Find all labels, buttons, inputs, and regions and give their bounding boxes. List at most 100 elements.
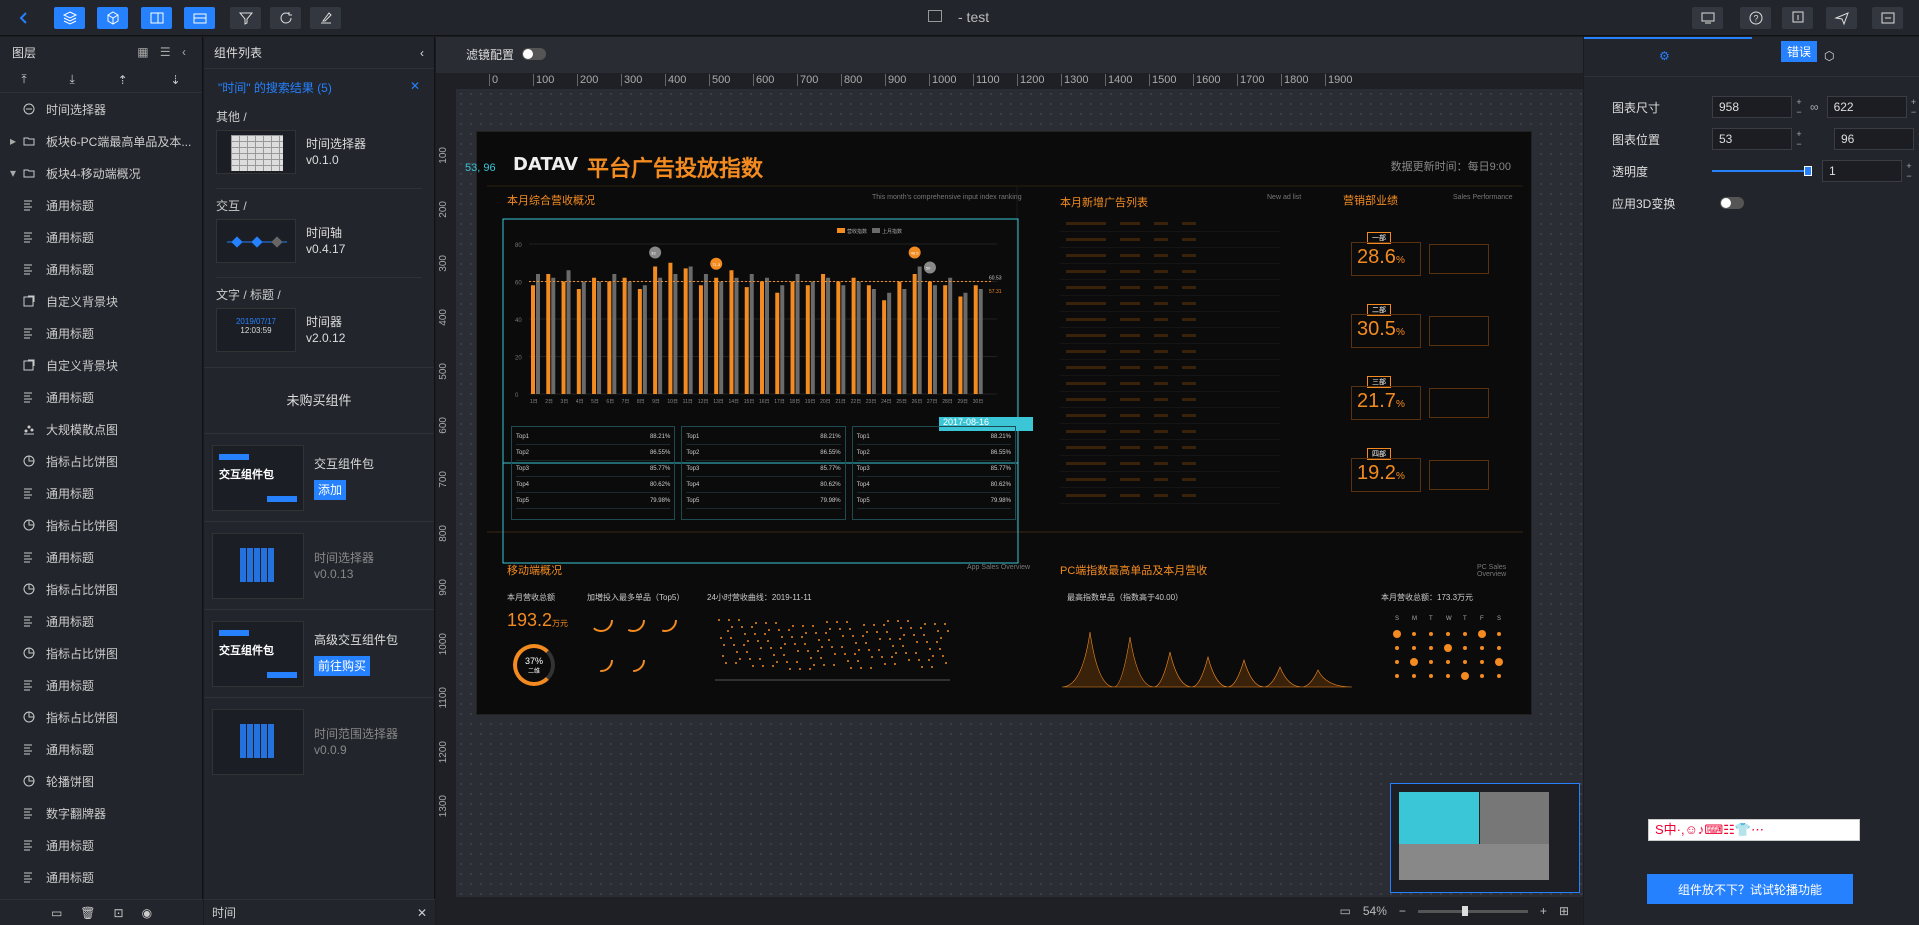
x-tick-label: 28日 xyxy=(942,399,953,405)
layer-item[interactable]: 时间选择器 xyxy=(0,93,202,125)
layer-item[interactable]: 指标占比饼图 xyxy=(0,573,202,605)
scatter-point xyxy=(751,626,753,628)
collapse-icon[interactable]: ‹ xyxy=(420,46,424,60)
calendar-dot xyxy=(1480,674,1484,678)
layer-item[interactable]: 通用标题 xyxy=(0,669,202,701)
minimap[interactable] xyxy=(1390,783,1580,893)
dashboard-screen[interactable]: DATAV 平台广告投放指数 数据更新时间：每日9:00 本月综合营收概况 Th… xyxy=(465,131,1532,715)
folder-icon[interactable]: ▭ xyxy=(51,906,62,920)
component-pack[interactable]: 交互组件包 高级交互组件包 前往购买 xyxy=(204,609,434,697)
help-button[interactable]: ? xyxy=(1740,7,1771,29)
zoom-in-icon[interactable]: + xyxy=(1540,904,1547,918)
error-badge[interactable]: 错误 xyxy=(1781,41,1818,62)
component-item[interactable]: 时间选择器 v0.1.0 xyxy=(204,129,434,175)
component-pack[interactable]: 交互组件包 交互组件包 添加 xyxy=(204,433,434,521)
opacity-input[interactable]: 1 + − xyxy=(1822,160,1912,182)
preview-button[interactable] xyxy=(1692,7,1723,29)
ad-list-row xyxy=(1060,440,1280,456)
pack-action-button[interactable]: 前往购买 xyxy=(314,655,371,676)
x-input[interactable]: 53 + − xyxy=(1712,128,1802,150)
pack-action-button[interactable]: 添加 xyxy=(314,479,347,500)
interaction-tab-icon[interactable]: ⬡ xyxy=(1824,49,1834,63)
scatter-point xyxy=(809,668,811,670)
bar xyxy=(581,281,586,394)
panel-toggle-button[interactable] xyxy=(141,7,172,29)
expand-icon[interactable]: ▸ xyxy=(10,134,22,148)
filter-toggle[interactable] xyxy=(522,48,547,60)
height-stepper[interactable]: + − xyxy=(1908,97,1919,119)
share-button[interactable] xyxy=(1826,7,1857,29)
layer-item[interactable]: 通用标题 xyxy=(0,221,202,253)
refresh-icon[interactable] xyxy=(270,7,301,29)
move-down-icon[interactable]: ⇣ xyxy=(171,73,181,87)
opacity-slider[interactable] xyxy=(1712,166,1812,176)
zoom-slider[interactable] xyxy=(1417,905,1528,916)
settings-tab-icon[interactable]: ⚙ xyxy=(1659,49,1670,63)
y-input[interactable]: 96 +− xyxy=(1834,128,1919,150)
layer-item[interactable]: ▾ 板块4-移动端概况 xyxy=(0,157,202,189)
layer-item[interactable]: 通用标题 xyxy=(0,317,202,349)
eye-icon[interactable]: ◉ xyxy=(142,906,152,920)
fit-screen-icon[interactable]: ▭ xyxy=(1340,904,1351,918)
move-bottom-icon[interactable]: ⤓ xyxy=(70,72,75,87)
components-toggle-button[interactable] xyxy=(97,7,128,29)
layer-item[interactable]: 自定义背景块 xyxy=(0,349,202,381)
x-stepper[interactable]: + − xyxy=(1793,129,1805,151)
component-pack[interactable]: 时间范围选择器 v0.0.9 xyxy=(204,697,434,785)
layer-item[interactable]: 指标占比饼图 xyxy=(0,637,202,669)
width-stepper[interactable]: + − xyxy=(1793,97,1805,119)
layer-item[interactable]: 通用标题 xyxy=(0,253,202,285)
layer-item[interactable]: ▸ 板块6-PC端最高单品及本... xyxy=(0,125,202,157)
layers-toggle-button[interactable] xyxy=(54,7,85,29)
publish-button[interactable] xyxy=(1782,7,1813,29)
delete-icon[interactable]: 🗑 xyxy=(80,906,95,920)
view-mode-icon[interactable]: ▦ ☰ ‹ xyxy=(137,45,190,59)
component-pack[interactable]: 时间选择器 v0.0.13 xyxy=(204,521,434,609)
component-item[interactable]: 2019/07/17 12:03:59 时间器 v2.0.12 xyxy=(204,307,434,353)
search-footer[interactable]: 时间 ✕ xyxy=(204,899,435,925)
y-stepper[interactable]: +− xyxy=(1915,129,1919,151)
folder-icon xyxy=(22,134,36,148)
layer-item[interactable]: 通用标题 xyxy=(0,381,202,413)
layer-item[interactable]: 自定义背景块 xyxy=(0,285,202,317)
back-icon[interactable] xyxy=(8,7,39,29)
move-up-icon[interactable]: ⇡ xyxy=(118,73,128,87)
layer-item[interactable]: 数字翻牌器 xyxy=(0,797,202,829)
layer-item[interactable]: 指标占比饼图 xyxy=(0,445,202,477)
zoom-value[interactable]: 54% xyxy=(1363,904,1387,918)
exit-button[interactable] xyxy=(1872,7,1903,29)
lock-icon[interactable]: ⊡ xyxy=(114,906,124,920)
component-item[interactable]: 时间轴 v0.4.17 xyxy=(204,218,434,264)
layer-item[interactable]: 通用标题 xyxy=(0,541,202,573)
layer-item[interactable]: 大规模散点图 xyxy=(0,413,202,445)
rank-tables: Top1 88.21% Top2 86.55% Top3 85.77% Top4 80.62%… xyxy=(511,426,1016,520)
layer-item[interactable]: 通用标题 xyxy=(0,477,202,509)
zoom-out-icon[interactable]: − xyxy=(1399,904,1406,918)
minimap-toggle-icon[interactable]: ⊞ xyxy=(1559,904,1569,918)
toolbox-toggle-button[interactable] xyxy=(184,7,215,29)
clear-icon[interactable] xyxy=(310,7,341,29)
layer-item[interactable]: 轮播饼图 xyxy=(0,765,202,797)
move-top-icon[interactable]: ⤒ xyxy=(21,72,26,87)
layer-item[interactable]: 指标占比饼图 xyxy=(0,701,202,733)
threed-toggle[interactable] xyxy=(1720,197,1744,209)
layer-label: 自定义背景块 xyxy=(46,294,119,309)
layer-item[interactable]: 通用标题 xyxy=(0,733,202,765)
ime-toolbar[interactable]: S中·,☺♪⌨☷👕⋯ xyxy=(1648,819,1860,841)
scatter-point xyxy=(934,623,936,625)
height-input[interactable]: 622 + − xyxy=(1826,96,1916,118)
link-icon[interactable]: ∞ xyxy=(1810,100,1819,114)
layer-item[interactable]: 通用标题 xyxy=(0,861,202,893)
width-input[interactable]: 958 + − xyxy=(1712,96,1802,118)
clear-search-icon[interactable]: ✕ xyxy=(417,906,427,920)
scatter-point xyxy=(844,653,846,655)
expand-icon[interactable]: ▾ xyxy=(10,166,22,180)
close-search-icon[interactable]: ✕ xyxy=(410,79,420,96)
layer-item[interactable]: 通用标题 xyxy=(0,829,202,861)
opacity-stepper[interactable]: + − xyxy=(1903,161,1915,183)
layer-item[interactable]: 指标占比饼图 xyxy=(0,509,202,541)
layer-item[interactable]: 通用标题 xyxy=(0,605,202,637)
filter-icon[interactable] xyxy=(230,7,261,29)
carousel-cta-button[interactable]: 组件放不下？试试轮播功能 xyxy=(1647,874,1853,904)
layer-item[interactable]: 通用标题 xyxy=(0,189,202,221)
